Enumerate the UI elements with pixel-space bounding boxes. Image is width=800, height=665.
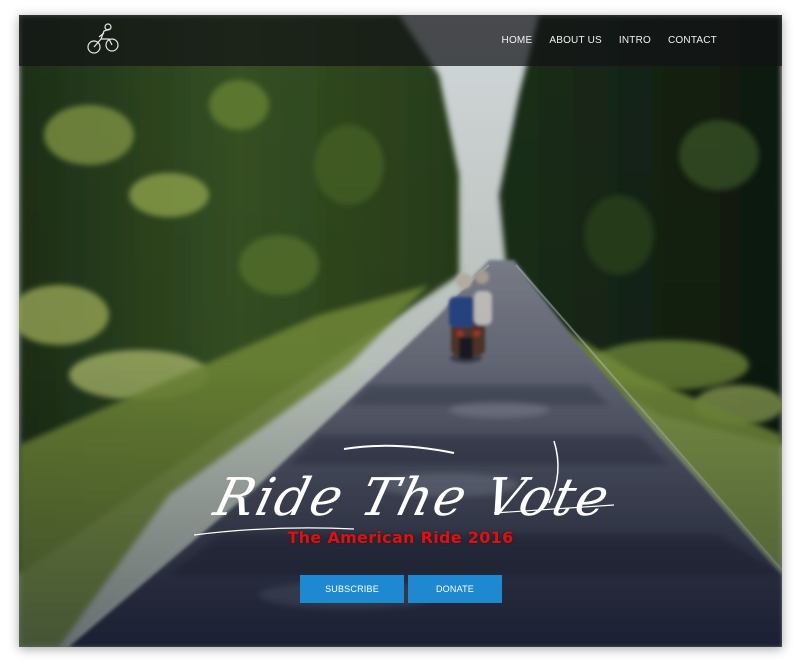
hero-title: Ride The Vote	[207, 468, 614, 528]
nav-item-about-us[interactable]: ABOUT US	[549, 35, 602, 46]
nav-item-intro[interactable]: INTRO	[619, 35, 651, 46]
nav-item-home[interactable]: HOME	[502, 35, 533, 46]
motorcycle-rider-icon[interactable]	[85, 21, 121, 57]
hero-subtitle: The American Ride 2016	[287, 528, 514, 547]
page-frame: HOME ABOUT US INTRO CONTACT Ride The Vot…	[19, 15, 782, 647]
donate-button[interactable]: DONATE	[408, 575, 502, 603]
nav-item-contact[interactable]: CONTACT	[668, 35, 717, 46]
subscribe-button[interactable]: SUBSCRIBE	[300, 575, 404, 603]
hero-background-image	[19, 15, 782, 647]
main-nav: HOME ABOUT US INTRO CONTACT	[502, 35, 717, 46]
top-navbar: HOME ABOUT US INTRO CONTACT	[19, 15, 782, 66]
